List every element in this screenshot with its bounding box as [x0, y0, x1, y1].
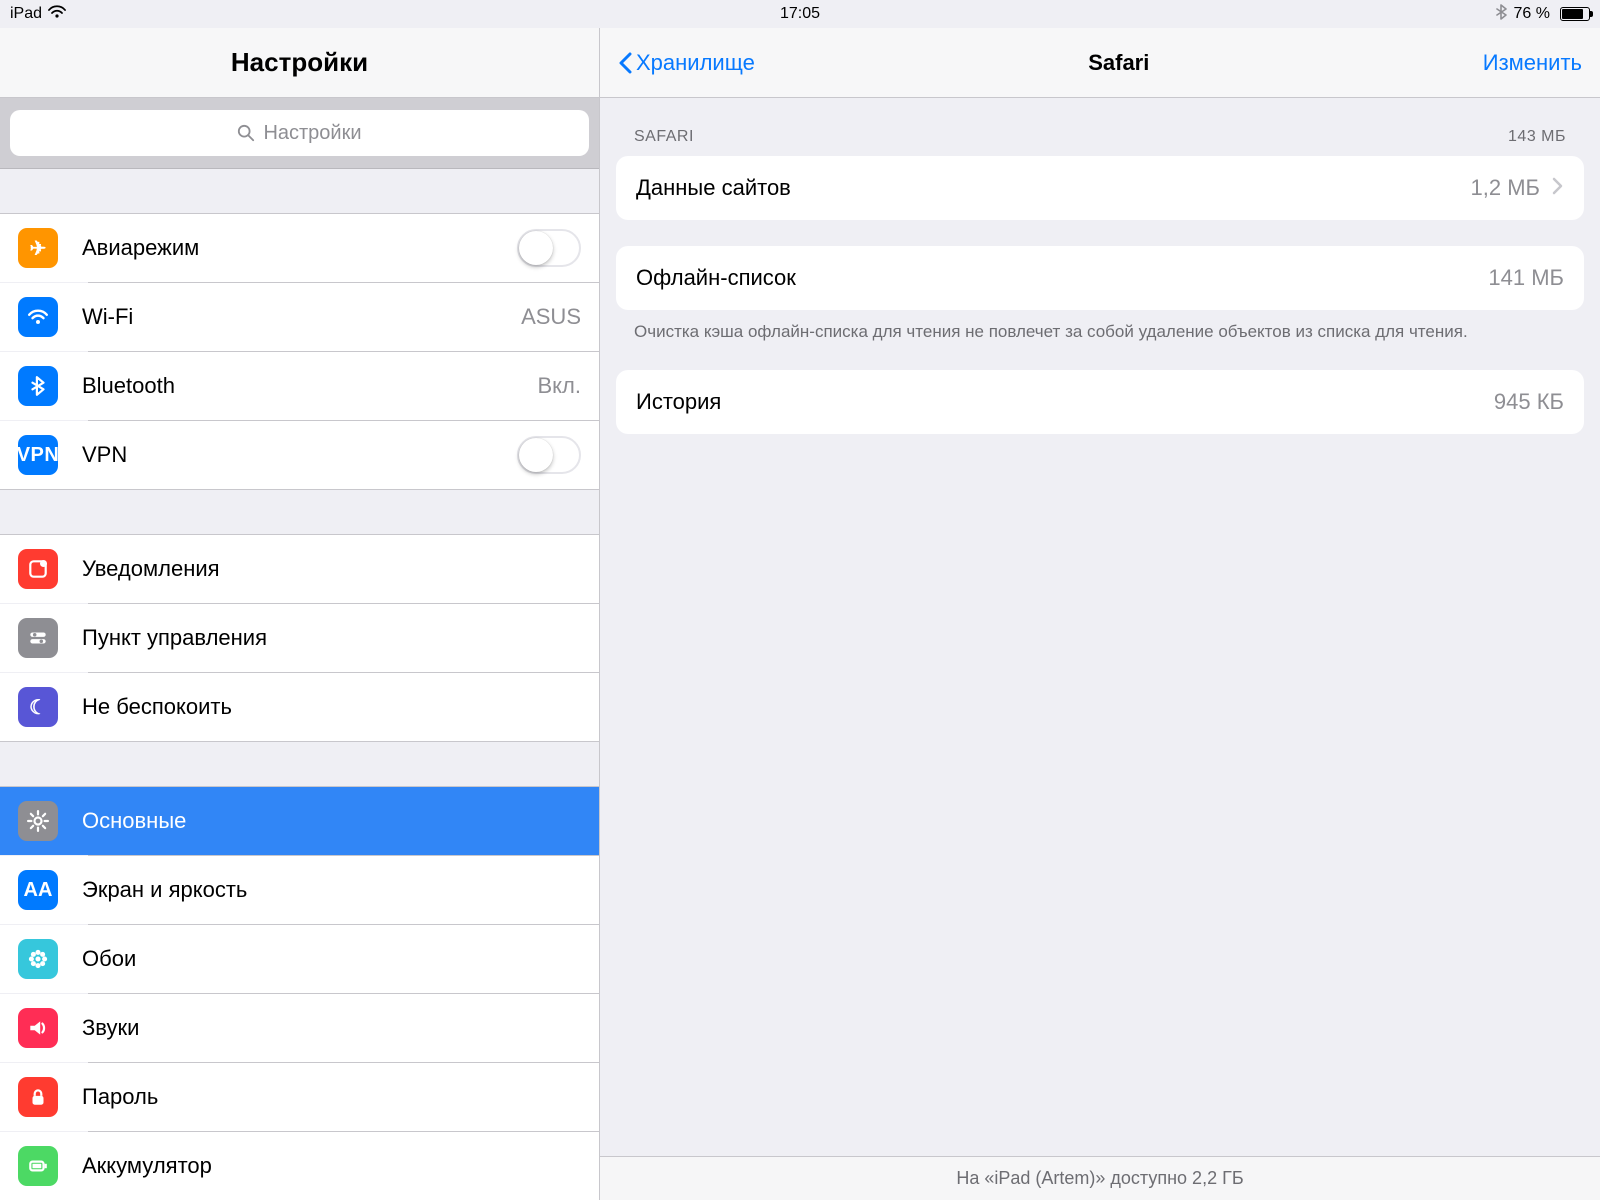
detail-row-offline[interactable]: Офлайн-список141 МБ — [616, 246, 1584, 310]
sidebar-item-passcode[interactable]: Пароль — [0, 1063, 599, 1131]
sidebar-item-label: Уведомления — [82, 556, 581, 582]
search-input[interactable]: Настройки — [10, 110, 589, 156]
back-label: Хранилище — [636, 50, 755, 76]
general-icon — [18, 801, 58, 841]
detail-row-sitedata[interactable]: Данные сайтов1,2 МБ — [616, 156, 1584, 220]
section-footnote: Очистка кэша офлайн-списка для чтения не… — [600, 310, 1600, 344]
sidebar-item-dnd[interactable]: ☾ Не беспокоить — [0, 673, 599, 741]
sidebar-item-controlcenter[interactable]: Пункт управления — [0, 604, 599, 672]
section-header-label: SAFARI — [634, 128, 694, 146]
detail-navbar: Хранилище Safari Изменить — [600, 28, 1600, 98]
sidebar-item-label: Обои — [82, 946, 581, 972]
detail-row-label: История — [636, 389, 1494, 415]
display-icon: AA — [18, 870, 58, 910]
storage-footer: На «iPad (Artem)» доступно 2,2 ГБ — [600, 1156, 1600, 1200]
back-button[interactable]: Хранилище — [618, 50, 755, 76]
sidebar-item-label: Основные — [82, 808, 581, 834]
vpn-icon: VPN — [18, 435, 58, 475]
sidebar-header: Настройки — [0, 28, 599, 98]
detail-row-value: 1,2 МБ — [1471, 175, 1540, 201]
sidebar-item-wallpaper[interactable]: Обои — [0, 925, 599, 993]
bluetooth-icon — [18, 366, 58, 406]
wallpaper-icon — [18, 939, 58, 979]
detail-row-history[interactable]: История945 КБ — [616, 370, 1584, 434]
clock: 17:05 — [780, 5, 820, 23]
detail-row-label: Офлайн-список — [636, 265, 1488, 291]
sidebar-item-wifi[interactable]: Wi-FiASUS — [0, 283, 599, 351]
airplane-icon: ✈ — [18, 228, 58, 268]
detail-row-label: Данные сайтов — [636, 175, 1471, 201]
battery-icon — [1556, 7, 1590, 21]
sidebar-item-value: Вкл. — [538, 373, 582, 399]
sidebar-item-label: Авиарежим — [82, 235, 517, 261]
status-bar: iPad 17:05 76 % — [0, 0, 1600, 28]
chevron-right-icon — [1552, 175, 1564, 201]
sidebar-item-battery[interactable]: Аккумулятор — [0, 1132, 599, 1200]
passcode-icon — [18, 1077, 58, 1117]
sidebar-item-label: Bluetooth — [82, 373, 538, 399]
sidebar-item-label: Не беспокоить — [82, 694, 581, 720]
search-container: Настройки — [0, 98, 599, 169]
sidebar-item-label: Пункт управления — [82, 625, 581, 651]
device-label: iPad — [10, 5, 42, 23]
sidebar-title: Настройки — [231, 47, 368, 78]
sidebar-item-bluetooth[interactable]: BluetoothВкл. — [0, 352, 599, 420]
section-header-total: 143 МБ — [1508, 128, 1566, 146]
section-header: SAFARI 143 МБ — [600, 98, 1600, 156]
airplane-toggle[interactable] — [517, 229, 581, 267]
sidebar-item-value: ASUS — [521, 304, 581, 330]
vpn-toggle[interactable] — [517, 436, 581, 474]
sidebar-item-label: Wi-Fi — [82, 304, 521, 330]
search-placeholder: Настройки — [263, 122, 361, 145]
sidebar-item-general[interactable]: Основные — [0, 787, 599, 855]
sidebar-item-label: Звуки — [82, 1015, 581, 1041]
search-icon — [237, 124, 255, 142]
sidebar-item-label: Пароль — [82, 1084, 581, 1110]
wifi-icon — [48, 5, 66, 24]
detail-title: Safari — [1088, 50, 1149, 75]
sidebar-item-label: Аккумулятор — [82, 1153, 581, 1179]
detail-row-value: 141 МБ — [1488, 265, 1564, 291]
notifications-icon — [18, 549, 58, 589]
sidebar-item-sounds[interactable]: Звуки — [0, 994, 599, 1062]
wifi-icon — [18, 297, 58, 337]
sidebar-item-airplane[interactable]: ✈ Авиарежим — [0, 214, 599, 282]
battery-icon — [18, 1146, 58, 1186]
dnd-icon: ☾ — [18, 687, 58, 727]
controlcenter-icon — [18, 618, 58, 658]
settings-sidebar: Настройки Настройки ✈АвиарежимWi-FiASUSB… — [0, 28, 600, 1200]
sidebar-item-label: VPN — [82, 442, 517, 468]
sounds-icon — [18, 1008, 58, 1048]
detail-row-value: 945 КБ — [1494, 389, 1564, 415]
sidebar-item-label: Экран и яркость — [82, 877, 581, 903]
chevron-left-icon — [618, 52, 632, 74]
battery-percent: 76 % — [1514, 5, 1550, 23]
sidebar-item-display[interactable]: AA Экран и яркость — [0, 856, 599, 924]
edit-button[interactable]: Изменить — [1483, 50, 1582, 76]
storage-footer-label: На «iPad (Artem)» доступно 2,2 ГБ — [956, 1168, 1243, 1189]
sidebar-item-notifications[interactable]: Уведомления — [0, 535, 599, 603]
detail-pane: Хранилище Safari Изменить SAFARI 143 МБ … — [600, 28, 1600, 1200]
bluetooth-icon — [1494, 4, 1508, 25]
sidebar-item-vpn[interactable]: VPN VPN — [0, 421, 599, 489]
